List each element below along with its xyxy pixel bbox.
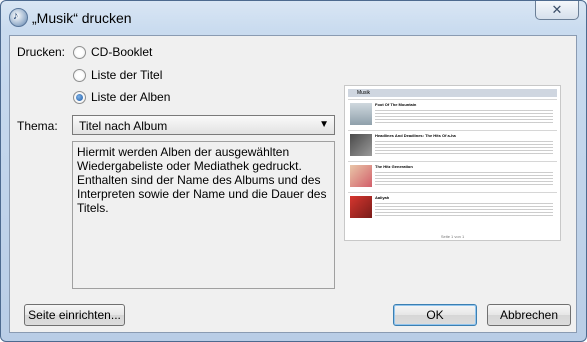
option-liste-der-alben[interactable]: Liste der Alben [73, 89, 170, 105]
album-cover [350, 134, 372, 156]
preview-album-title: Foot Of The Mountain [375, 102, 417, 107]
cancel-button[interactable]: Abbrechen [487, 304, 571, 326]
page-setup-button[interactable]: Seite einrichten... [24, 304, 125, 326]
radio-liste-der-alben[interactable] [73, 90, 86, 104]
window-title: „Musik“ drucken [32, 10, 132, 26]
preview-album-title: Aaliyah [375, 195, 390, 200]
close-button[interactable]: ✕ [535, 1, 579, 20]
preview-album: Headlines And Deadlines: The Hits Of a-h… [348, 130, 557, 159]
preview-album: Foot Of The Mountain [348, 99, 557, 128]
radio-cd-booklet[interactable] [73, 45, 86, 59]
theme-select[interactable]: Titel nach Album ▼ [72, 115, 335, 135]
preview-album-title: Headlines And Deadlines: The Hits Of a-h… [375, 133, 456, 138]
preview-footer: Seite 1 von 1 [440, 234, 465, 239]
chevron-down-icon: ▼ [319, 119, 329, 130]
option-label: CD-Booklet [91, 45, 153, 59]
print-dialog: ♪ „Musik“ drucken ✕ Drucken: CD-Booklet … [0, 0, 587, 342]
preview-header: Musik [348, 89, 557, 97]
preview-album-title: The Hitz Generation [375, 164, 413, 169]
radio-liste-der-titel[interactable] [73, 68, 86, 82]
theme-select-value: Titel nach Album [79, 119, 168, 133]
album-cover [350, 196, 372, 218]
title-bar: ♪ „Musik“ drucken ✕ [1, 1, 586, 35]
dialog-content: Drucken: CD-Booklet Liste der Titel List… [9, 35, 577, 333]
theme-label: Thema: [17, 119, 58, 133]
preview-track-lines [375, 170, 553, 186]
option-liste-der-titel[interactable]: Liste der Titel [73, 67, 162, 83]
option-cd-booklet[interactable]: CD-Booklet [73, 44, 152, 60]
album-cover [350, 103, 372, 125]
option-label: Liste der Titel [91, 68, 163, 82]
preview-track-lines [375, 139, 553, 155]
preview-track-lines [375, 108, 553, 124]
print-preview: Musik Foot Of The Mountain Headlines And… [344, 85, 561, 241]
preview-album: Aaliyah [348, 192, 557, 221]
album-cover [350, 165, 372, 187]
option-label: Liste der Alben [91, 90, 171, 104]
itunes-icon: ♪ [9, 8, 28, 27]
ok-button[interactable]: OK [393, 304, 477, 326]
preview-track-lines [375, 201, 553, 217]
print-label: Drucken: [17, 45, 66, 59]
theme-description: Hiermit werden Alben der ausgewählten Wi… [72, 141, 335, 289]
preview-album: The Hitz Generation [348, 161, 557, 190]
